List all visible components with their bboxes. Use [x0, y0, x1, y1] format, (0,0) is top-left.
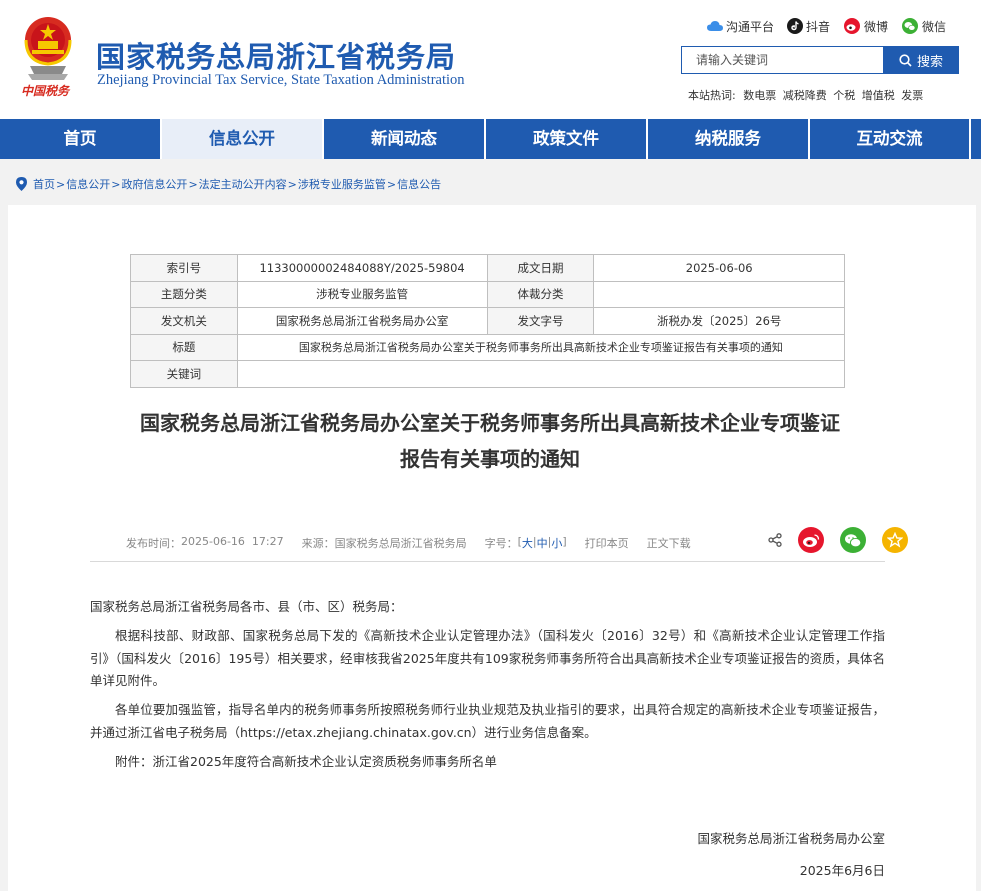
meta-key: 发文字号: [486, 307, 595, 335]
nav-item-policy[interactable]: 政策文件: [486, 119, 648, 159]
breadcrumb-link[interactable]: 法定主动公开内容: [199, 176, 287, 192]
social-wechat[interactable]: 微信: [901, 16, 946, 36]
meta-title-value: 国家税务总局浙江省税务局办公室关于税务师事务所出具高新技术企业专项鉴证报告有关事…: [236, 333, 846, 361]
search-icon: [899, 53, 912, 67]
article-body: 国家税务总局浙江省税务局各市、县（市、区）税务局： 根据科技部、财政部、国家税务…: [90, 596, 885, 780]
breadcrumb-link[interactable]: 信息公告: [397, 176, 441, 192]
article-title-line: 报告有关事项的通知: [400, 447, 580, 471]
national-emblem-logo[interactable]: 中国税务: [18, 14, 78, 100]
meta-value: 涉税专业服务监管: [236, 280, 488, 308]
table-row: 标题 国家税务总局浙江省税务局办公室关于税务师事务所出具高新技术企业专项鉴证报告…: [130, 333, 846, 361]
source-value: 国家税务总局浙江省税务局: [334, 537, 467, 550]
download-text-link[interactable]: 正文下载: [647, 535, 691, 551]
meta-key: 体裁分类: [486, 280, 595, 308]
article-info: 发布时间： 2025-06-16 17:27 来源： 国家税务总局浙江省税务局 …: [126, 535, 691, 551]
hot-words: 本站热词: 数电票 减税降费 个税 增值税 发票: [688, 87, 926, 103]
breadcrumb-link[interactable]: 信息公开: [66, 176, 110, 192]
paragraph: 各单位要加强监管，指导名单内的税务师事务所按照税务师行业执业规范及执业指引的要求…: [90, 702, 885, 740]
paragraph: 根据科技部、财政部、国家税务总局下发的《高新技术企业认定管理办法》（国科发火〔2…: [90, 628, 885, 688]
hot-word-link[interactable]: 增值税: [862, 89, 895, 102]
share-icons: [768, 526, 908, 554]
weibo-icon: [844, 18, 860, 34]
site-subtitle: Zhejiang Provincial Tax Service, State T…: [97, 72, 465, 88]
hot-word-link[interactable]: 个税: [833, 89, 855, 102]
table-row: 关键词: [130, 360, 846, 388]
search-button-label: 搜索: [916, 54, 943, 70]
page-side-gutter: [976, 205, 981, 891]
site-title[interactable]: 国家税务总局浙江省税务局: [96, 34, 456, 76]
document-meta-table: 索引号 11330000002484088Y/2025-59804 成文日期 2…: [130, 254, 846, 388]
social-label: 微博: [864, 19, 889, 34]
nav-item-info-disclosure[interactable]: 信息公开: [162, 119, 324, 159]
font-size-medium-button[interactable]: 中: [537, 535, 548, 551]
nav-item-news[interactable]: 新闻动态: [324, 119, 486, 159]
nav-item-home[interactable]: 首页: [0, 119, 162, 159]
table-row: 发文机关 国家税务总局浙江省税务局办公室 发文字号 浙税办发〔2025〕26号: [130, 307, 845, 335]
social-label: 抖音: [806, 19, 831, 34]
meta-key: 索引号: [130, 254, 238, 282]
breadcrumb-bar: 首页 > 信息公开 > 政府信息公开 > 法定主动公开内容 > 涉税专业服务监管 > 信息…: [0, 159, 981, 205]
meta-value: 浙税办发〔2025〕26号: [593, 307, 845, 335]
hot-word-link[interactable]: 数电票: [743, 89, 776, 102]
hot-word-link[interactable]: 减税降费: [783, 89, 827, 102]
salutation: 国家税务总局浙江省税务局各市、县（市、区）税务局：: [90, 599, 403, 614]
social-weibo[interactable]: 微博: [843, 16, 888, 36]
article-title-line: 国家税务总局浙江省税务局办公室关于税务师事务所出具高新技术企业专项鉴证: [140, 411, 840, 435]
social-douyin[interactable]: 抖音: [787, 16, 830, 36]
main-nav: 首页 信息公开 新闻动态 政策文件 纳税服务 互动交流: [0, 119, 981, 159]
attachment-line[interactable]: 附件：浙江省2025年度符合高新技术企业认定资质税务师事务所名单: [90, 751, 885, 774]
social-label: 沟通平台: [726, 19, 775, 34]
star-icon: [887, 532, 903, 548]
article-title: 国家税务总局浙江省税务局办公室关于税务师事务所出具高新技术企业专项鉴证 报告有关…: [80, 405, 900, 477]
nav-item-interaction[interactable]: 互动交流: [810, 119, 971, 159]
font-size-small-button[interactable]: 小: [551, 535, 562, 551]
location-pin-icon: [16, 177, 27, 191]
breadcrumb-link[interactable]: 政府信息公开: [121, 176, 187, 192]
signing-date: 2025年6月6日: [799, 863, 885, 878]
wechat-icon: [845, 533, 862, 547]
meta-key: 发文机关: [130, 307, 238, 335]
share-weibo-button[interactable]: [798, 527, 824, 553]
meta-value: 11330000002484088Y/2025-59804: [236, 254, 488, 282]
meta-key: 成文日期: [486, 254, 595, 282]
site-header: 中国税务 国家税务总局浙江省税务局 Zhejiang Provincial Ta…: [0, 0, 981, 119]
cloud-icon: [707, 21, 723, 31]
page-side-gutter: [0, 205, 8, 891]
article-info-bar: 发布时间： 2025-06-16 17:27 来源： 国家税务总局浙江省税务局 …: [90, 526, 908, 562]
nav-item-tax-service[interactable]: 纳税服务: [648, 119, 810, 159]
meta-key: 标题: [130, 333, 238, 361]
table-row: 主题分类 涉税专业服务监管 体裁分类: [130, 280, 845, 308]
font-size-large-button[interactable]: 大: [522, 535, 533, 551]
social-label: 微信: [922, 19, 947, 34]
search-input[interactable]: 请输入关键词: [681, 46, 883, 74]
table-row: 索引号 11330000002484088Y/2025-59804 成文日期 2…: [130, 254, 845, 282]
emblem-caption: 中国税务: [21, 84, 70, 98]
publish-time: 2025-06-16 17:27: [181, 535, 284, 548]
meta-value: 2025-06-06: [593, 254, 845, 282]
social-communication-platform[interactable]: 沟通平台: [707, 16, 774, 36]
share-icon[interactable]: [768, 533, 782, 547]
douyin-icon: [787, 18, 803, 34]
wechat-icon: [902, 18, 918, 34]
hot-word-link[interactable]: 发票: [901, 89, 923, 102]
share-wechat-button[interactable]: [840, 527, 866, 553]
signing-organization: 国家税务总局浙江省税务局办公室: [697, 831, 885, 846]
breadcrumb-link[interactable]: 涉税专业服务监管: [298, 176, 386, 192]
favorite-button[interactable]: [882, 527, 908, 553]
source-label: 来源：: [301, 537, 335, 550]
meta-key: 主题分类: [130, 280, 238, 308]
meta-keyword-value: [236, 360, 846, 388]
meta-key: 关键词: [130, 360, 238, 388]
meta-value: [593, 280, 845, 308]
meta-value: 国家税务总局浙江省税务局办公室: [236, 307, 488, 335]
weibo-icon: [803, 533, 820, 547]
print-page-link[interactable]: 打印本页: [585, 535, 629, 551]
breadcrumb: 首页 > 信息公开 > 政府信息公开 > 法定主动公开内容 > 涉税专业服务监管 > 信息…: [16, 176, 441, 192]
search-button[interactable]: 搜索: [883, 46, 959, 74]
social-links: 沟通平台 抖音 微博 微信: [681, 16, 981, 36]
breadcrumb-link[interactable]: 首页: [33, 176, 55, 192]
publish-label: 发布时间：: [126, 537, 181, 550]
hot-words-label: 本站热词:: [688, 89, 736, 102]
font-size-label: 字号：: [484, 537, 518, 550]
